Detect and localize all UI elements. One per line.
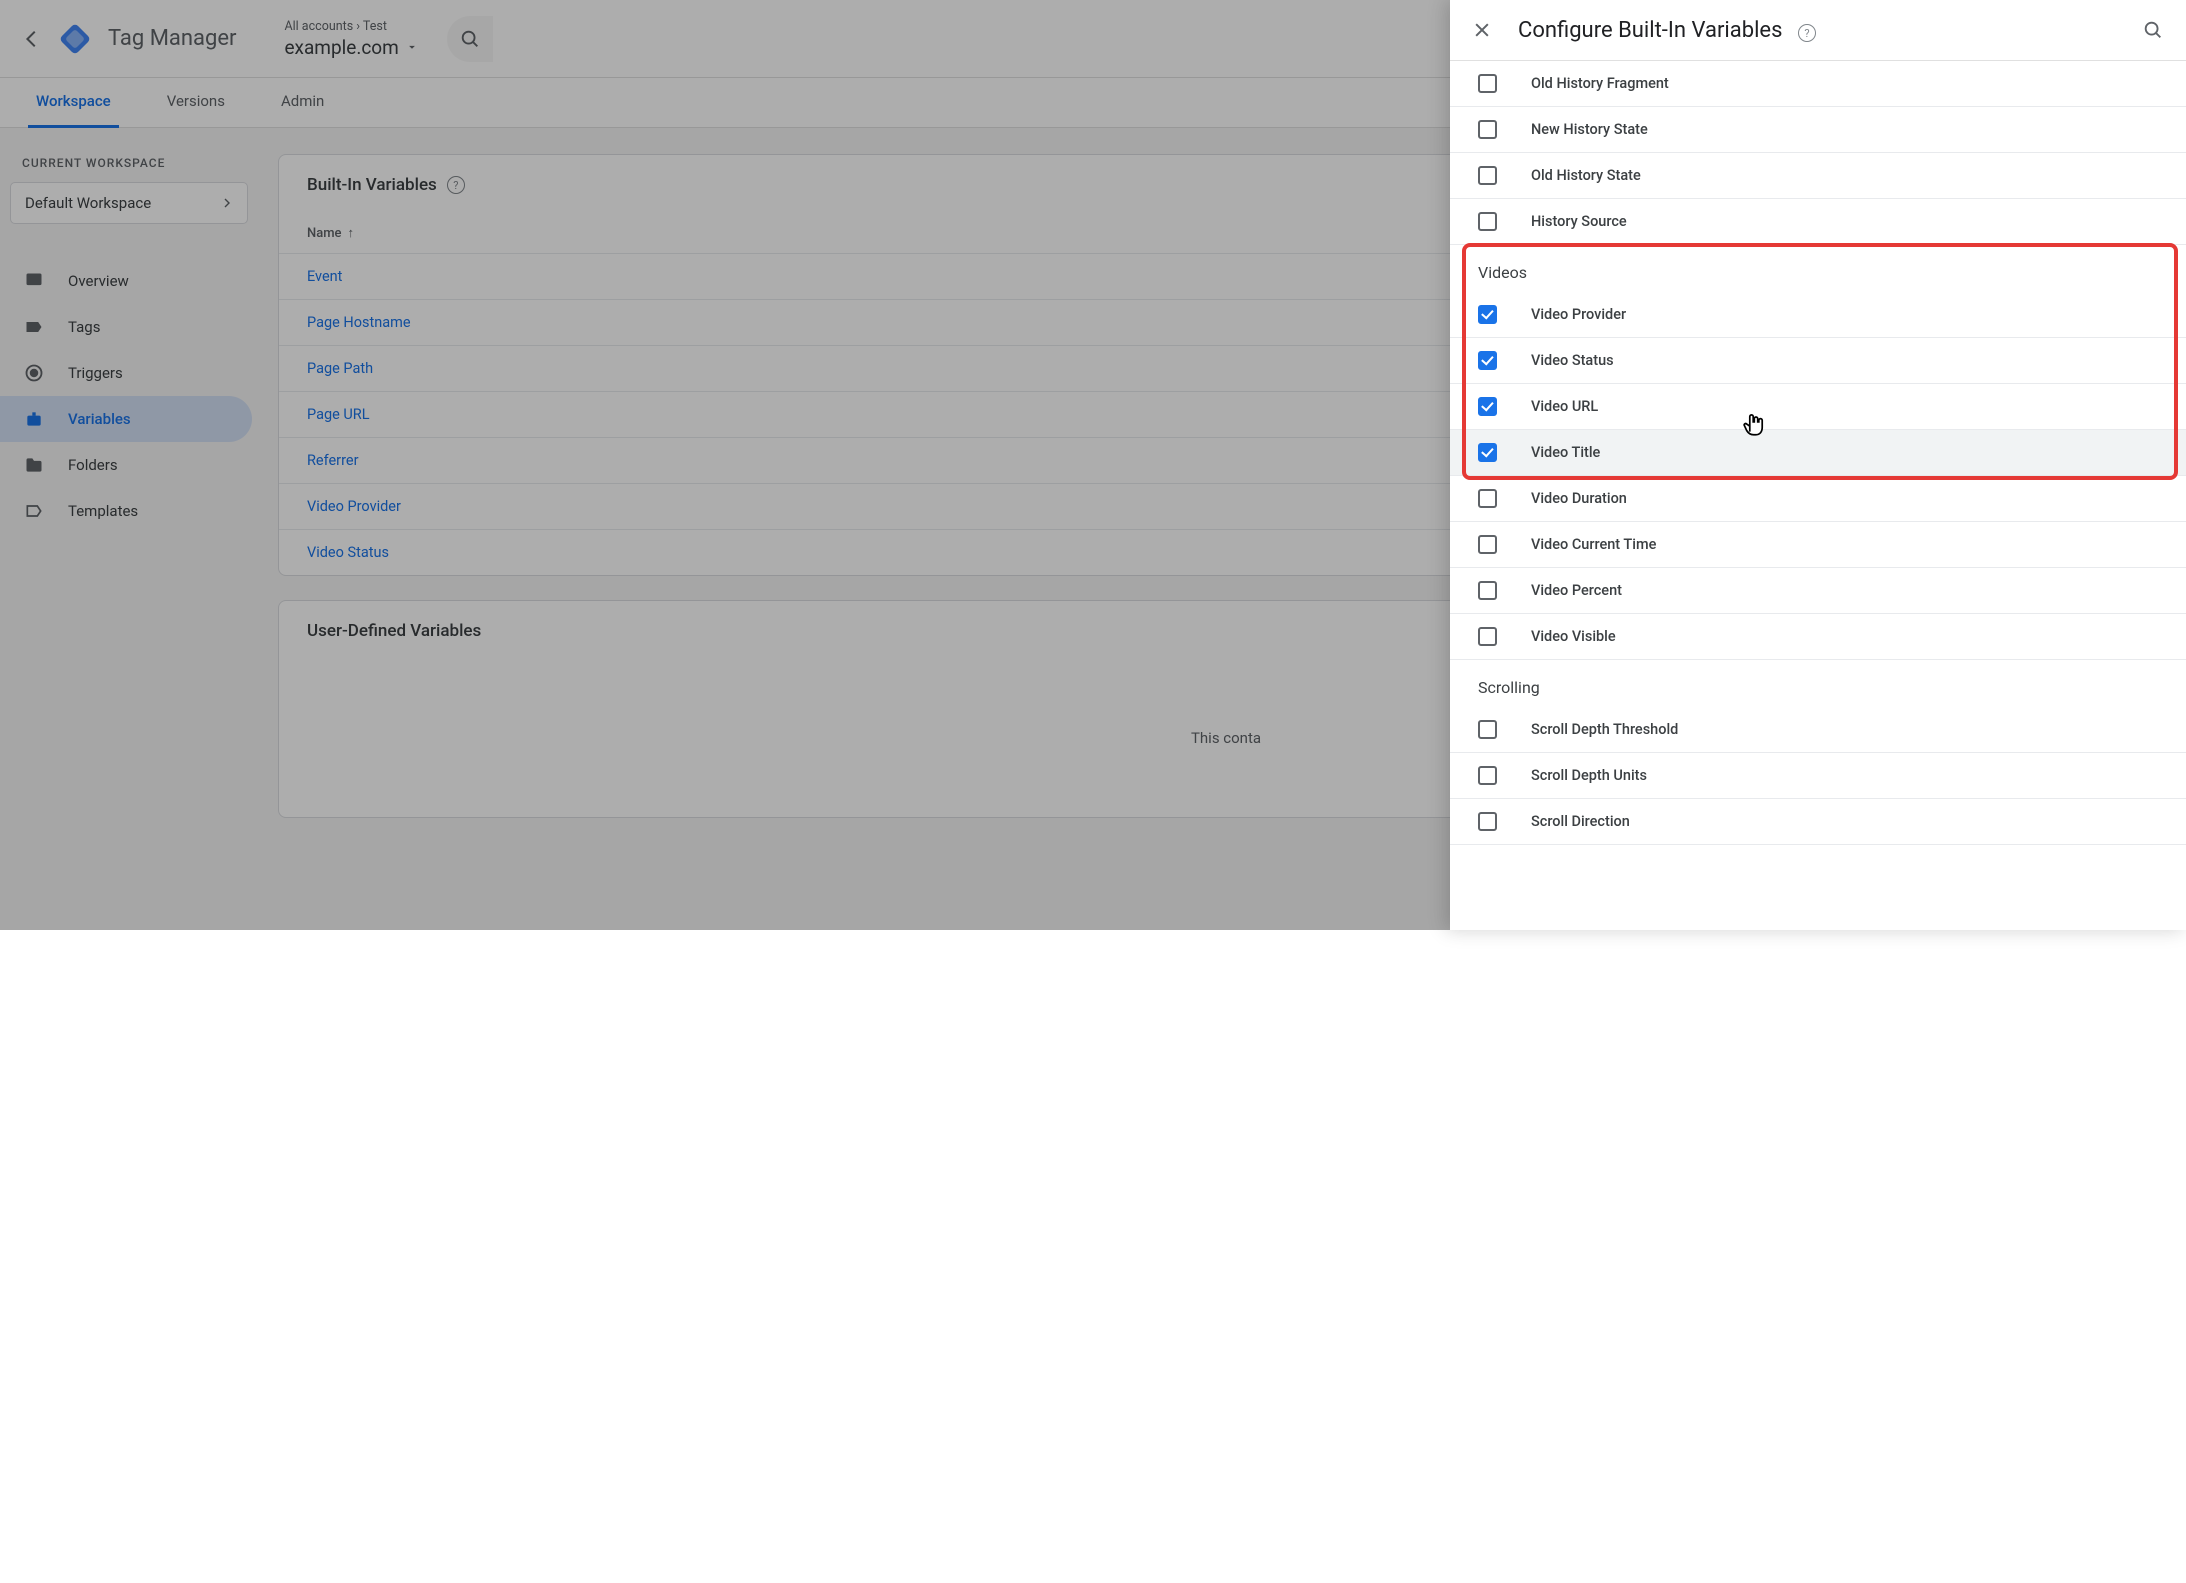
variable-checkbox-row[interactable]: Scroll Depth Threshold [1450,707,2186,753]
close-icon[interactable] [1468,16,1496,44]
variable-checkbox-row[interactable]: Video URL [1450,384,2186,430]
variable-label: Video Status [1531,352,1614,369]
variable-checkbox-row[interactable]: Old History State [1450,153,2186,199]
variable-label: Scroll Depth Threshold [1531,721,1678,738]
variable-label: Video Title [1531,444,1600,461]
variable-label: Video Visible [1531,628,1616,645]
checkbox-checked-icon[interactable] [1478,305,1497,324]
variable-checkbox-row[interactable]: Video Title [1450,430,2186,476]
configure-variables-panel: Configure Built-In Variables ? Old Histo… [1450,0,2186,930]
checkbox-unchecked-icon[interactable] [1478,766,1497,785]
variable-label: Video Provider [1531,306,1626,323]
variable-checkbox-row[interactable]: Video Duration [1450,476,2186,522]
checkbox-unchecked-icon[interactable] [1478,535,1497,554]
variable-label: Old History Fragment [1531,75,1669,92]
variable-label: Video Percent [1531,582,1622,599]
variable-label: Scroll Depth Units [1531,767,1647,784]
checkbox-unchecked-icon[interactable] [1478,720,1497,739]
variable-label: History Source [1531,213,1627,230]
variable-label: Video Duration [1531,490,1627,507]
panel-title: Configure Built-In Variables ? [1518,18,1816,43]
variable-checkbox-row[interactable]: Scroll Depth Units [1450,753,2186,799]
variable-label: Video URL [1531,398,1598,415]
variable-checkbox-row[interactable]: New History State [1450,107,2186,153]
checkbox-checked-icon[interactable] [1478,443,1497,462]
variable-label: Old History State [1531,167,1641,184]
help-icon[interactable]: ? [1798,24,1816,42]
checkbox-unchecked-icon[interactable] [1478,489,1497,508]
variable-checkbox-row[interactable]: History Source [1450,199,2186,245]
variable-group-title: Scrolling [1450,660,2186,707]
variable-checkbox-row[interactable]: Video Status [1450,338,2186,384]
variable-checkbox-row[interactable]: Old History Fragment [1450,61,2186,107]
variable-group-title: Videos [1450,245,2186,292]
variable-checkbox-row[interactable]: Video Provider [1450,292,2186,338]
checkbox-unchecked-icon[interactable] [1478,120,1497,139]
checkbox-unchecked-icon[interactable] [1478,74,1497,93]
search-icon[interactable] [2142,19,2164,41]
variable-checkbox-row[interactable]: Video Visible [1450,614,2186,660]
variable-checkbox-row[interactable]: Video Current Time [1450,522,2186,568]
variable-label: Video Current Time [1531,536,1656,553]
checkbox-unchecked-icon[interactable] [1478,166,1497,185]
checkbox-checked-icon[interactable] [1478,351,1497,370]
variable-checkbox-row[interactable]: Scroll Direction [1450,799,2186,845]
variable-checkbox-row[interactable]: Video Percent [1450,568,2186,614]
checkbox-unchecked-icon[interactable] [1478,812,1497,831]
checkbox-unchecked-icon[interactable] [1478,212,1497,231]
checkbox-checked-icon[interactable] [1478,397,1497,416]
checkbox-unchecked-icon[interactable] [1478,581,1497,600]
checkbox-unchecked-icon[interactable] [1478,627,1497,646]
variable-label: Scroll Direction [1531,813,1630,830]
variable-label: New History State [1531,121,1648,138]
